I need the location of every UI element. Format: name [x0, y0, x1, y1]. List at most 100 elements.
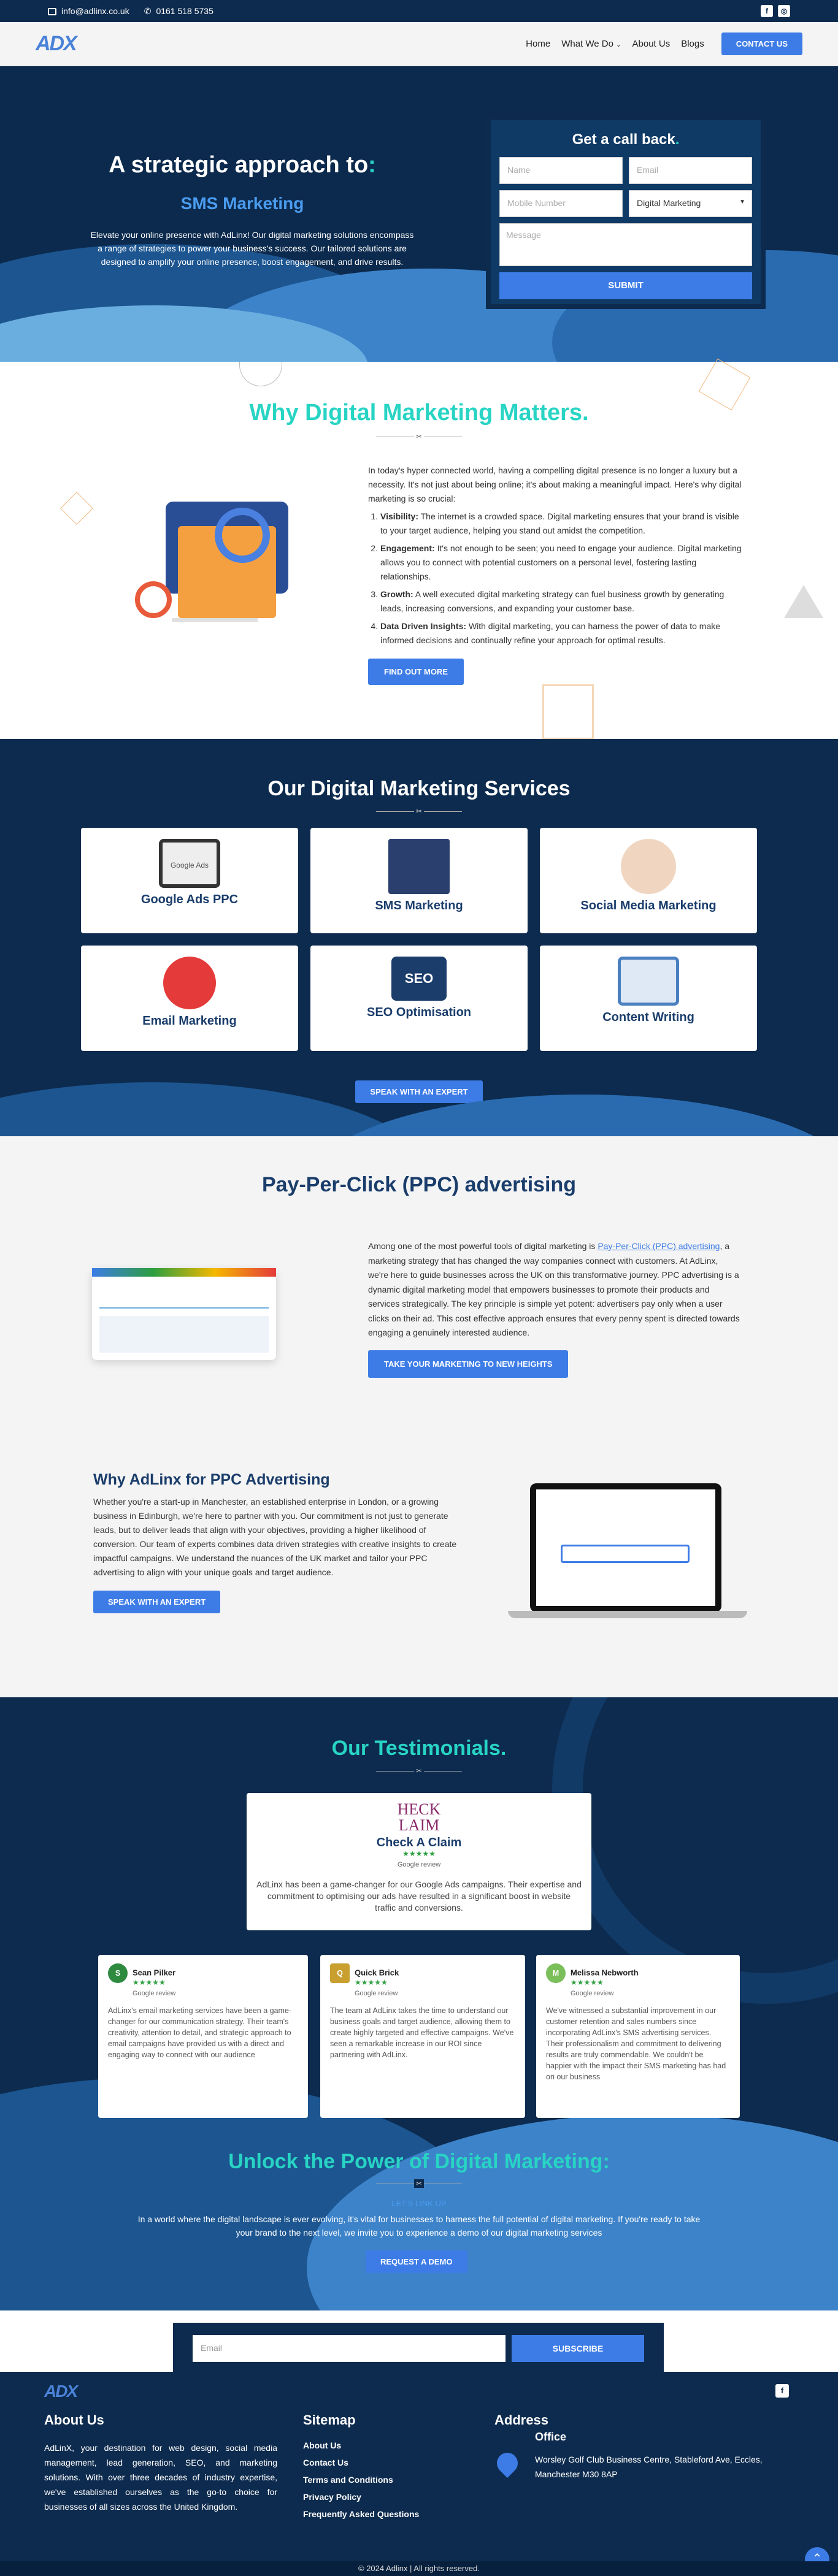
why-text: In today's hyper connected world, having… [368, 464, 748, 685]
services-section: Our Digital Marketing Services ✂ Google … [0, 739, 838, 1136]
top-bar: info@adlinx.co.uk ✆ 0161 518 5735 f ◎ [0, 0, 838, 22]
newsletter-bar: Email SUBSCRIBE [173, 2323, 664, 2372]
subscribe-button[interactable]: SUBSCRIBE [512, 2335, 644, 2362]
chevron-down-icon: ⌄ [616, 42, 621, 48]
laptop-illustration [508, 1483, 747, 1624]
hero-section: A strategic approach to: SMS Marketing E… [0, 66, 838, 362]
mail-icon [48, 8, 56, 16]
divider: ✂ [376, 2179, 462, 2188]
footer-logo[interactable]: ADX [44, 2382, 78, 2401]
phone-contact[interactable]: ✆ 0161 518 5735 [144, 6, 213, 17]
footer-link-about[interactable]: About Us [303, 2440, 463, 2450]
take-marketing-button[interactable]: TAKE YOUR MARKETING TO NEW HEIGHTS [368, 1350, 569, 1378]
divider: ✂ [376, 1767, 462, 1775]
unlock-text: In a world where the digital landscape i… [137, 2214, 701, 2238]
mobile-input[interactable]: Mobile Number [499, 190, 623, 217]
hero-title: A strategic approach to: [109, 152, 376, 178]
testimonials-title: Our Testimonials. [331, 1737, 507, 1760]
email-contact[interactable]: info@adlinx.co.uk [48, 6, 129, 16]
divider: ✂ [376, 432, 462, 441]
avatar: M [546, 1963, 566, 1983]
service-card-social-media[interactable]: Social Media Marketing [540, 828, 757, 933]
list-item: Data Driven Insights: With digital marke… [380, 619, 748, 648]
footer-link-privacy[interactable]: Privacy Policy [303, 2492, 463, 2502]
testimonial-card: Q Quick Brick ★★★★★ Google review The tea… [320, 1955, 525, 2118]
nav-what-we-do[interactable]: What We Do ⌄ [561, 39, 621, 49]
divider-icon: ✂ [414, 432, 424, 441]
footer-about: About Us AdLinX, your destination for we… [44, 2412, 277, 2512]
star-rating: ★★★★★ [355, 1978, 388, 1987]
avatar: Q [330, 1963, 350, 1983]
testimonial-card: S Sean Pilker ★★★★★ Google review AdLinx'… [98, 1955, 308, 2118]
footer: ADX f About Us AdLinX, your destination … [0, 2372, 838, 2576]
ppc-link[interactable]: Pay-Per-Click (PPC) advertising [598, 1241, 720, 1251]
unlock-title: Unlock the Power of Digital Marketing: [228, 2150, 610, 2173]
divider-icon: ✂ [414, 1767, 424, 1775]
callback-form: Get a call back. Name Email Mobile Numbe… [486, 115, 766, 309]
facebook-icon[interactable]: f [775, 2384, 789, 2398]
email-input[interactable]: Email [629, 157, 752, 184]
why-adlinx-ppc: Why AdLinx for PPC Advertising Whether y… [93, 1471, 469, 1613]
service-card-content[interactable]: Content Writing [540, 946, 757, 1051]
ppc-section: Pay-Per-Click (PPC) advertising Among on… [0, 1136, 838, 1697]
name-input[interactable]: Name [499, 157, 623, 184]
avatar: S [108, 1963, 128, 1983]
footer-link-terms[interactable]: Terms and Conditions [303, 2475, 463, 2485]
ppc-text: Among one of the most powerful tools of … [368, 1239, 740, 1378]
google-ads-icon: Google Ads [159, 839, 220, 888]
service-card-email[interactable]: Email Marketing [81, 946, 298, 1051]
speak-with-expert-button-2[interactable]: SPEAK WITH AN EXPERT [93, 1591, 221, 1613]
message-textarea[interactable]: Message [499, 223, 752, 266]
instagram-icon[interactable]: ◎ [778, 5, 790, 17]
service-card-sms[interactable]: SMS Marketing [310, 828, 528, 933]
featured-testimonial: HECK LAIM Check A Claim ★★★★★ Google rev… [247, 1793, 591, 1930]
lets-link-up-tag: LET'S LINK UP [391, 2199, 447, 2208]
hero-description: Elevate your online presence with AdLinx… [90, 230, 414, 267]
copyright: © 2024 Adlinx | All rights reserved. [0, 2561, 838, 2576]
request-demo-button[interactable]: REQUEST A DEMO [366, 2250, 467, 2273]
service-select[interactable]: Digital Marketing [629, 190, 752, 217]
digital-marketing-illustration [110, 489, 319, 636]
testimonial-card: M Melissa Nebworth ★★★★★ Google review We… [536, 1955, 740, 2118]
sms-icon [388, 839, 450, 894]
ppc-dashboard-illustration [92, 1268, 276, 1360]
footer-link-faq[interactable]: Frequently Asked Questions [303, 2509, 463, 2519]
divider-icon: ✂ [414, 807, 424, 816]
decor-triangle [784, 585, 823, 618]
speak-with-expert-button[interactable]: SPEAK WITH AN EXPERT [355, 1080, 483, 1103]
callback-title: Get a call back. [572, 131, 680, 148]
logo[interactable]: ADX [36, 32, 77, 56]
divider-icon: ✂ [414, 2179, 424, 2188]
service-card-google-ads[interactable]: Google Ads Google Ads PPC [81, 828, 298, 933]
list-item: Engagement: It's not enough to be seen; … [380, 541, 748, 584]
main-nav: ADX Home What We Do ⌄ About Us Blogs CON… [0, 22, 838, 66]
list-item: Visibility: The internet is a crowded sp… [380, 510, 748, 538]
social-media-icon [621, 839, 676, 894]
footer-link-contact[interactable]: Contact Us [303, 2458, 463, 2467]
find-out-more-button[interactable]: FIND OUT MORE [368, 659, 464, 685]
testimonials-section: Our Testimonials. ✂ HECK LAIM Check A Cl… [0, 1697, 838, 2310]
footer-address: Address Office Worsley Golf Club Busines… [492, 2412, 789, 2482]
nav-blogs[interactable]: Blogs [681, 39, 704, 49]
footer-sitemap: Sitemap About Us Contact Us Terms and Co… [303, 2412, 463, 2526]
service-card-seo[interactable]: SEO SEO Optimisation [310, 946, 528, 1051]
hero-subtitle: SMS Marketing [180, 194, 304, 213]
why-section: Why Digital Marketing Matters. ✂ In toda… [0, 358, 838, 740]
list-item: Growth: A well executed digital marketin… [380, 587, 748, 616]
seo-icon: SEO [391, 957, 447, 1001]
divider: ✂ [376, 807, 462, 816]
star-rating: ★★★★★ [133, 1978, 166, 1987]
contact-us-button[interactable]: CONTACT US [721, 32, 802, 55]
nav-about-us[interactable]: About Us [632, 39, 671, 49]
decor-diamond [60, 492, 93, 525]
ppc-title: Pay-Per-Click (PPC) advertising [261, 1173, 577, 1196]
facebook-icon[interactable]: f [761, 5, 773, 17]
location-pin-icon [492, 2448, 523, 2479]
decor-square [542, 684, 594, 740]
submit-button[interactable]: SUBMIT [499, 272, 752, 299]
content-writing-icon [618, 957, 679, 1006]
newsletter-email-input[interactable]: Email [193, 2335, 505, 2362]
star-rating: ★★★★★ [571, 1978, 604, 1987]
nav-home[interactable]: Home [526, 39, 550, 49]
services-title: Our Digital Marketing Services [267, 777, 571, 800]
